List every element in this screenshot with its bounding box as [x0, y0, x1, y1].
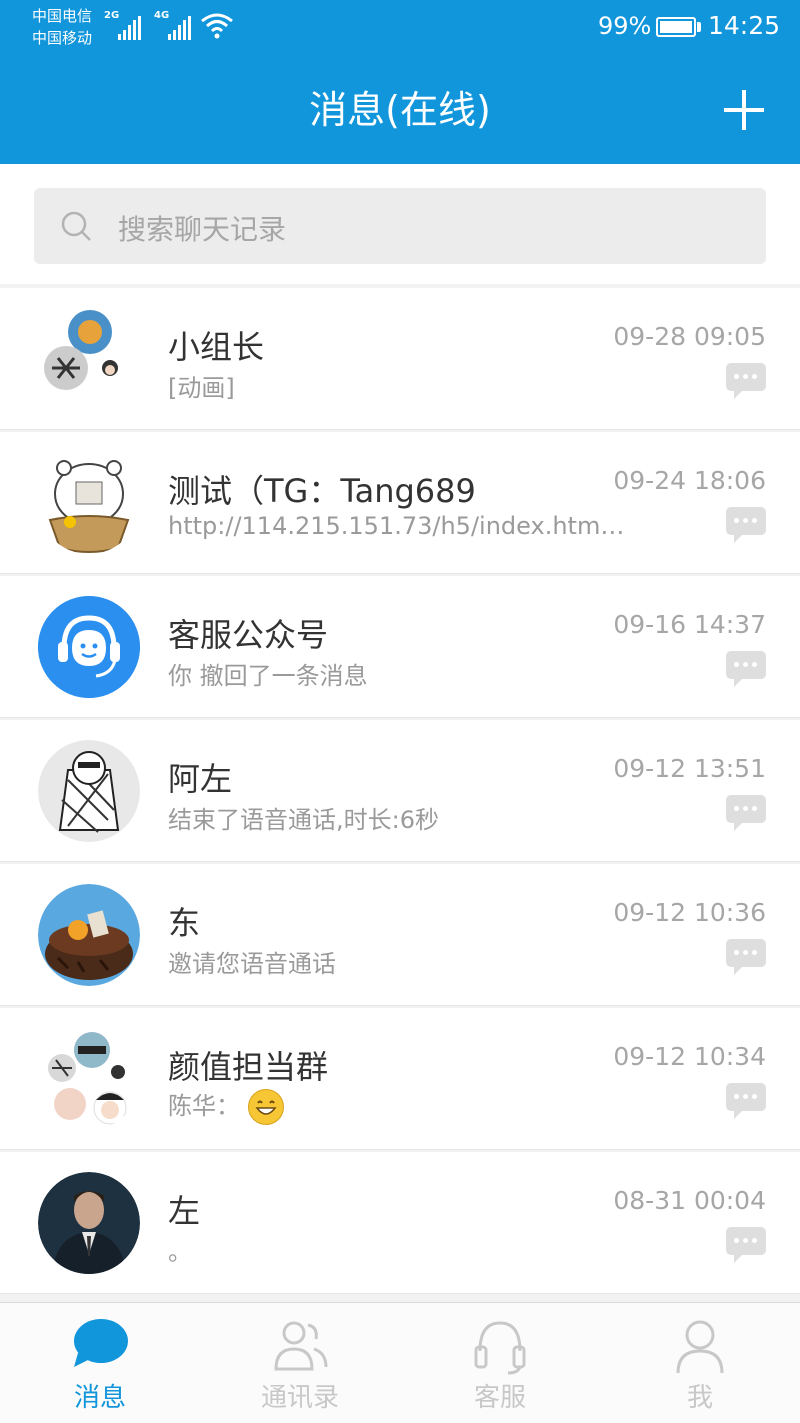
- bear-avatar: [38, 452, 140, 554]
- battery-icon: [656, 17, 696, 37]
- sketch-avatar: [38, 740, 140, 842]
- chat-bubble-icon: [726, 507, 766, 543]
- contact-name: 客服公众号: [168, 616, 329, 654]
- conversation-row[interactable]: 客服公众号 你 撤回了一条消息 09-16 14:37: [0, 576, 800, 718]
- message-time: 09-12 13:51: [613, 754, 766, 783]
- battery-percent: 99%: [598, 12, 652, 40]
- contact-name: 小组长: [168, 328, 265, 366]
- message-time: 09-12 10:36: [613, 898, 766, 927]
- message-preview: http://114.215.151.73/h5/index.html...: [168, 512, 628, 540]
- message-preview: 陈华：: [168, 1086, 284, 1125]
- message-preview: [动画]: [168, 374, 235, 402]
- carrier-1: 中国电信: [32, 7, 93, 25]
- message-time: 09-24 18:06: [613, 466, 766, 495]
- tab-label: 客服: [473, 1383, 526, 1413]
- chat-bubble-icon: [726, 939, 766, 975]
- page-title: 消息(在线): [309, 88, 491, 132]
- group-avatar: [38, 308, 140, 410]
- signal-2g-label: 2G: [104, 10, 120, 21]
- photo-avatar: [38, 1172, 140, 1274]
- tab-contacts[interactable]: 通讯录: [200, 1303, 400, 1423]
- search-placeholder: 搜索聊天记录: [118, 213, 287, 246]
- message-time: 09-16 14:37: [613, 610, 766, 639]
- carrier-info: 中国电信 中国移动: [32, 5, 92, 49]
- preview-sender: 陈华：: [168, 1092, 240, 1120]
- conversation-row[interactable]: 阿左 结束了语音通话,时长:6秒 09-12 13:51: [0, 720, 800, 862]
- plus-icon[interactable]: [718, 84, 770, 136]
- contact-name: 东: [168, 904, 201, 942]
- contact-name: 测试（TG：Tang689: [168, 472, 476, 510]
- wifi-icon: [201, 13, 233, 39]
- grinning-emoji-icon: [247, 1089, 284, 1125]
- search-area: 搜索聊天记录: [0, 164, 800, 284]
- tab-label: 通讯录: [260, 1383, 339, 1413]
- cake-avatar: [38, 884, 140, 986]
- headset-icon: [474, 1321, 526, 1375]
- message-time: 09-12 10:34: [613, 1042, 766, 1071]
- group-avatar: [38, 1028, 140, 1130]
- contact-name: 颜值担当群: [168, 1048, 329, 1086]
- search-input[interactable]: 搜索聊天记录: [34, 188, 766, 264]
- carrier-2: 中国移动: [32, 29, 93, 47]
- bottom-tab-bar: 消息 通讯录 客服 我: [0, 1302, 800, 1423]
- tab-messages[interactable]: 消息: [0, 1303, 200, 1423]
- signal-4g-label: 4G: [154, 10, 170, 21]
- clock: 14:25: [708, 11, 781, 40]
- message-time: 09-28 09:05: [613, 322, 766, 351]
- message-time: 08-31 00:04: [613, 1186, 766, 1215]
- tab-label: 消息: [73, 1383, 126, 1413]
- message-preview: 你 撤回了一条消息: [168, 662, 368, 690]
- tab-customer-service[interactable]: 客服: [400, 1303, 600, 1423]
- person-icon: [676, 1320, 724, 1374]
- tab-me[interactable]: 我: [600, 1303, 800, 1423]
- search-icon: [61, 211, 91, 241]
- conversation-row[interactable]: 颜值担当群 陈华： 09-12 10:34: [0, 1008, 800, 1150]
- chat-bubble-icon: [726, 1083, 766, 1119]
- chat-bubble-icon: [726, 363, 766, 399]
- conversation-row[interactable]: 左 。 08-31 00:04: [0, 1152, 800, 1294]
- contacts-icon: [274, 1321, 328, 1371]
- headset-avatar: [38, 596, 140, 698]
- message-preview: 。: [168, 1238, 192, 1266]
- message-preview: 结束了语音通话,时长:6秒: [168, 806, 439, 834]
- chat-bubble-icon: [726, 1227, 766, 1263]
- chat-bubble-icon: [726, 651, 766, 687]
- status-bar: 中国电信 中国移动 2G 4G 99% 14:25: [0, 0, 800, 56]
- message-preview: 邀请您语音通话: [168, 950, 336, 978]
- chat-bubble-icon: [74, 1319, 128, 1367]
- contact-name: 阿左: [168, 760, 233, 798]
- conversation-row[interactable]: 小组长 [动画] 09-28 09:05: [0, 288, 800, 430]
- contact-name: 左: [168, 1192, 201, 1230]
- conversation-row[interactable]: 测试（TG：Tang689 http://114.215.151.73/h5/i…: [0, 432, 800, 574]
- tab-label: 我: [686, 1383, 713, 1413]
- conversation-row[interactable]: 东 邀请您语音通话 09-12 10:36: [0, 864, 800, 1006]
- chat-bubble-icon: [726, 795, 766, 831]
- app-header: 中国电信 中国移动 2G 4G 99% 14:25 消息(在线): [0, 0, 800, 164]
